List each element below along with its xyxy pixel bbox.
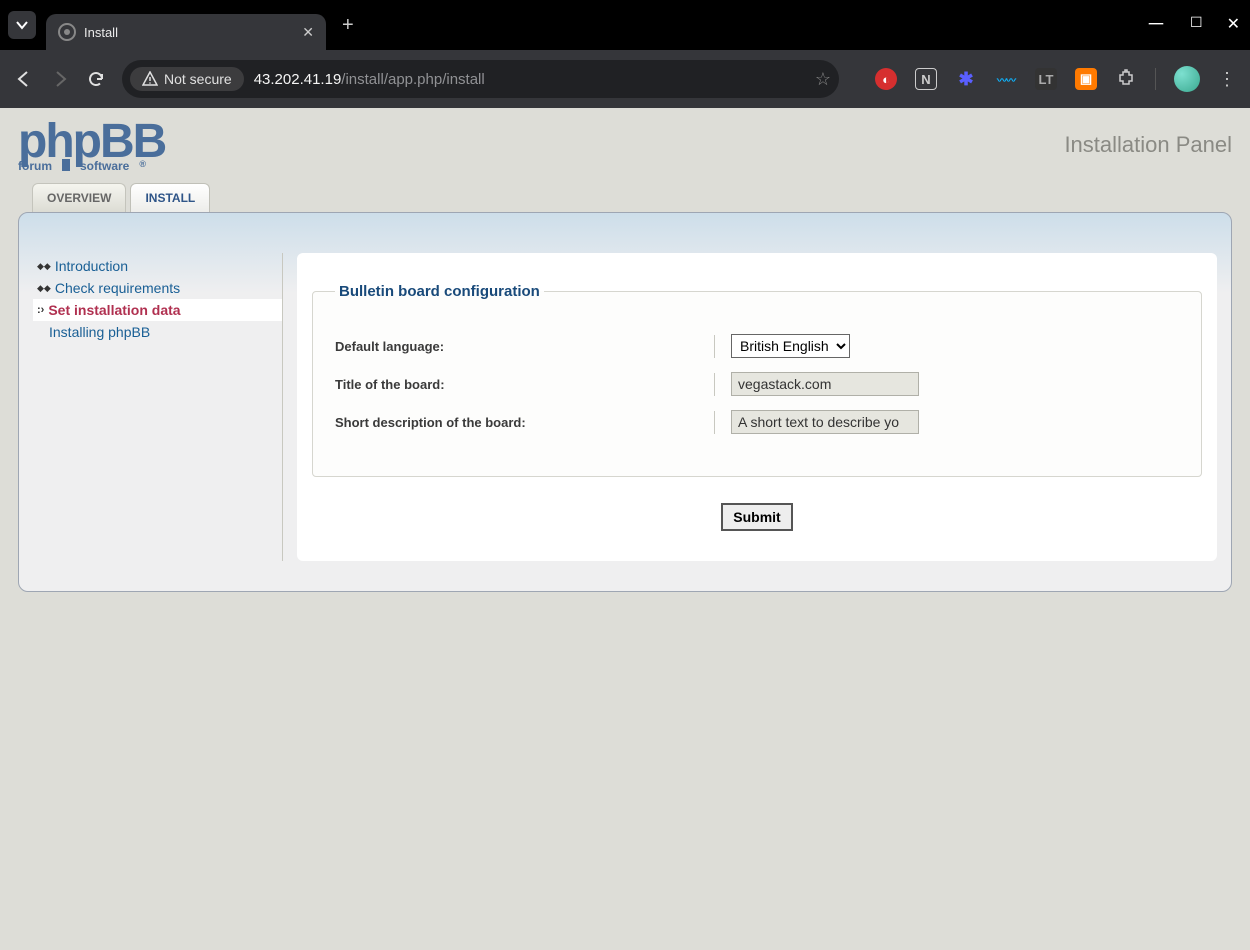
sidebar-link[interactable]: Check requirements <box>55 280 180 296</box>
window-controls: － ☐ ✕ <box>1146 14 1240 43</box>
forward-button[interactable] <box>50 69 70 89</box>
logo-main-text: phpBB <box>18 120 165 163</box>
bullet-icon: ◆◆ <box>37 261 51 272</box>
extension-icon[interactable]: N <box>915 68 937 90</box>
security-label: Not secure <box>164 71 232 87</box>
install-panel: ◆◆ Introduction ◆◆ Check requirements :›… <box>18 212 1232 592</box>
browser-tab-strip: Install ✕ + － ☐ ✕ <box>0 0 1250 50</box>
warning-icon <box>142 71 158 87</box>
profile-avatar[interactable] <box>1174 66 1200 92</box>
maximize-button[interactable]: ☐ <box>1190 14 1203 43</box>
install-steps-sidebar: ◆◆ Introduction ◆◆ Check requirements :›… <box>33 253 283 561</box>
back-button[interactable] <box>14 69 34 89</box>
submit-button[interactable]: Submit <box>721 503 792 531</box>
sidebar-item-introduction[interactable]: ◆◆ Introduction <box>33 255 282 277</box>
browser-menu-button[interactable]: ⋮ <box>1218 77 1236 82</box>
page-viewport: phpBB forum software ® Installation Pane… <box>0 108 1250 950</box>
install-form-content: Bulletin board configuration Default lan… <box>297 253 1217 561</box>
bookmark-star-icon[interactable]: ☆ <box>815 69 831 90</box>
extension-icon[interactable]: ✱ <box>955 68 977 90</box>
toolbar-divider <box>1155 68 1156 90</box>
browser-toolbar: Not secure 43.202.41.19/install/app.php/… <box>0 50 1250 108</box>
board-description-input[interactable] <box>731 410 919 434</box>
sidebar-item-installing[interactable]: Installing phpBB <box>33 321 282 343</box>
row-default-language: Default language: British English <box>335 334 1179 358</box>
row-board-description: Short description of the board: <box>335 410 1179 434</box>
address-bar[interactable]: Not secure 43.202.41.19/install/app.php/… <box>122 60 839 98</box>
row-board-title: Title of the board: <box>335 372 1179 396</box>
globe-icon <box>58 23 76 41</box>
new-tab-button[interactable]: + <box>342 14 354 37</box>
security-chip[interactable]: Not secure <box>130 67 244 91</box>
sidebar-link[interactable]: Installing phpBB <box>37 324 150 340</box>
board-config-fieldset: Bulletin board configuration Default lan… <box>312 283 1202 477</box>
tab-install[interactable]: INSTALL <box>130 183 210 212</box>
browser-tab[interactable]: Install ✕ <box>46 14 326 50</box>
default-language-select[interactable]: British English <box>731 334 850 358</box>
reload-button[interactable] <box>86 69 106 89</box>
tab-overview[interactable]: OVERVIEW <box>32 183 126 212</box>
close-tab-button[interactable]: ✕ <box>302 24 314 41</box>
sidebar-link[interactable]: Set installation data <box>48 302 180 318</box>
page-header: phpBB forum software ® Installation Pane… <box>18 120 1232 173</box>
extensions-menu-icon[interactable] <box>1115 68 1137 90</box>
tab-search-button[interactable] <box>8 11 36 39</box>
bullet-icon: ◆◆ <box>37 283 51 294</box>
extension-icon[interactable]: ◐ <box>875 68 897 90</box>
extensions-area: ◐ N ✱ 〰〰 LT ▣ ⋮ <box>875 66 1236 92</box>
extension-icon[interactable]: 〰〰 <box>995 68 1017 90</box>
extension-icon[interactable]: LT <box>1035 68 1057 90</box>
board-description-label: Short description of the board: <box>335 411 715 434</box>
fieldset-legend: Bulletin board configuration <box>335 283 544 300</box>
tab-title: Install <box>84 25 294 40</box>
default-language-label: Default language: <box>335 335 715 358</box>
sidebar-item-requirements[interactable]: ◆◆ Check requirements <box>33 277 282 299</box>
logo-sub-text: forum software ® <box>18 159 165 173</box>
chevron-icon: :› <box>37 304 44 316</box>
sidebar-item-set-data[interactable]: :› Set installation data <box>33 299 282 321</box>
board-title-input[interactable] <box>731 372 919 396</box>
url-text: 43.202.41.19/install/app.php/install <box>254 71 485 88</box>
phpbb-logo: phpBB forum software ® <box>18 120 165 173</box>
close-window-button[interactable]: ✕ <box>1227 14 1240 43</box>
minimize-button[interactable]: － <box>1146 8 1166 37</box>
page-title: Installation Panel <box>1064 132 1232 158</box>
extension-icon[interactable]: ▣ <box>1075 68 1097 90</box>
submit-row: Submit <box>312 503 1202 531</box>
board-title-label: Title of the board: <box>335 373 715 396</box>
sidebar-link[interactable]: Introduction <box>55 258 128 274</box>
main-tabs: OVERVIEW INSTALL <box>32 183 1232 212</box>
